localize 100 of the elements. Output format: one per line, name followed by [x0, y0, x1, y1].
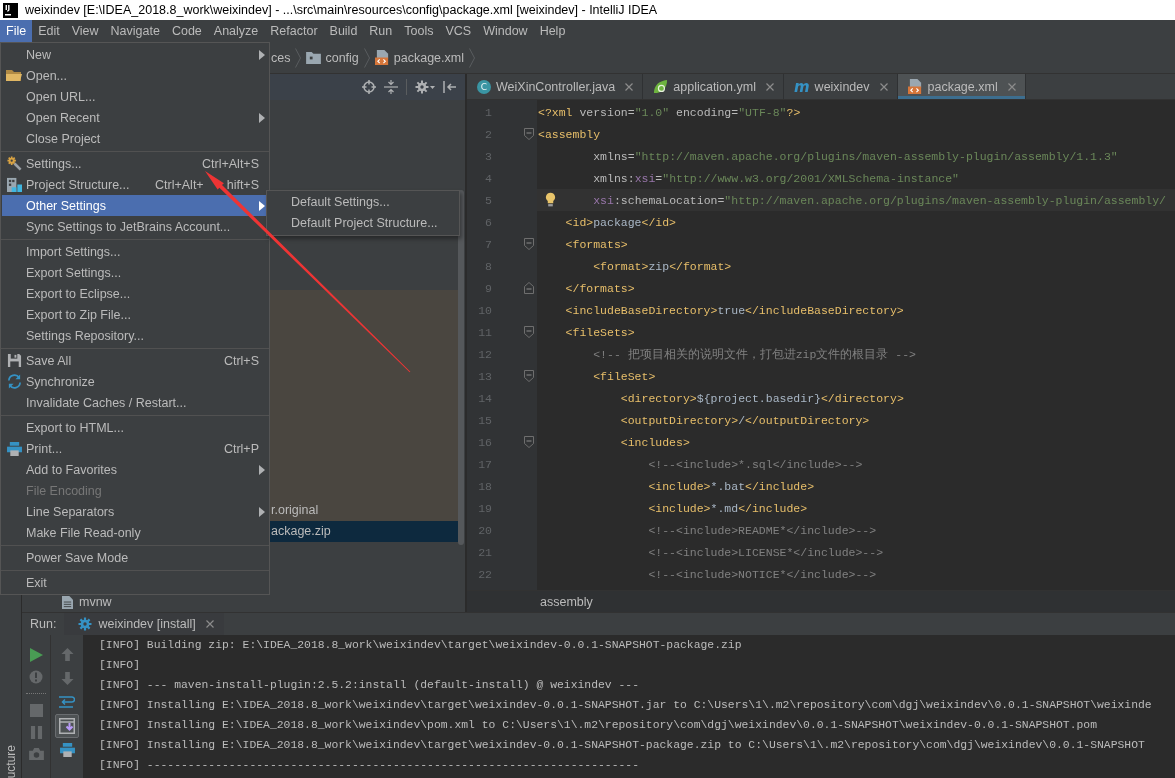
camera-icon	[28, 748, 44, 760]
close-icon[interactable]	[625, 82, 634, 91]
leaf-icon	[653, 79, 669, 94]
editor-tab[interactable]: package.xml	[897, 74, 1026, 99]
menu-bar-item[interactable]: Tools	[398, 20, 440, 42]
menu-bar-item[interactable]: Help	[533, 20, 572, 42]
menu-item[interactable]: Save All Ctrl+S	[2, 350, 268, 371]
console-line: [INFO] Installing E:\IDEA_2018.8_work\weixindev\pom.xml to C:\Users\1\.m2\repository\com\dgj\weixindev\0.0.1-SNAPSHOT\weixindev-0.0.1-SNAPSHOT.pom	[99, 719, 1097, 731]
menu-bar-item[interactable]: Refactor	[264, 20, 324, 42]
menu-item[interactable]: Add to Favorites	[2, 459, 268, 480]
menu-item[interactable]: Power Save Mode	[2, 547, 268, 568]
breadcrumb-item[interactable]: config	[306, 50, 359, 65]
code-line: <directory>${project.basedir}</directory>	[619, 391, 904, 405]
hide-icon[interactable]	[443, 80, 457, 94]
collapse-icon[interactable]	[384, 80, 398, 94]
shortcut-label: Ctrl+P	[223, 441, 259, 456]
close-icon[interactable]	[765, 82, 774, 91]
scrollbar[interactable]	[458, 190, 464, 545]
menu-bar-item[interactable]: VCS	[439, 20, 478, 42]
code-line: <!--<include>*.sql</include>-->	[647, 457, 863, 471]
letter-icon: m	[793, 79, 810, 94]
tree-item[interactable]: r.original	[270, 500, 458, 521]
menu-item[interactable]: Import Settings...	[2, 241, 268, 262]
shortcut-label: hift+S	[226, 177, 259, 192]
menu-bar-item[interactable]: Window	[477, 20, 534, 42]
menu-item[interactable]: Export Settings...	[2, 262, 268, 283]
menu-item[interactable]: Project Structure... Ctrl+Alt+ hift+S	[2, 174, 268, 195]
shortcut-label: Ctrl+S	[223, 353, 259, 368]
menu-item[interactable]: Close Project	[2, 128, 268, 149]
menu-item[interactable]: New	[2, 44, 268, 65]
menu-bar-item[interactable]: File	[0, 20, 33, 42]
menu-bar-item[interactable]: Edit	[32, 20, 66, 42]
exclamation-icon	[29, 670, 43, 684]
circle-letter-icon: C	[477, 79, 491, 94]
pause-icon	[29, 725, 43, 739]
toolbar-button[interactable]	[55, 714, 79, 738]
menu-item[interactable]: Other Settings	[2, 195, 268, 216]
menu-bar-item[interactable]: Analyze	[207, 20, 265, 42]
code-line: <!--<include>README*</include>-->	[647, 523, 877, 537]
xml-file-icon	[907, 79, 923, 94]
tool-window-button[interactable]: ucture	[3, 744, 18, 778]
menu-bar-item[interactable]: Build	[323, 20, 364, 42]
menu-item[interactable]: Default Project Structure...	[267, 213, 459, 234]
fold-marker-icon[interactable]	[524, 326, 534, 338]
editor-tab[interactable]: C WeiXinController.java	[467, 74, 644, 99]
fold-marker-icon[interactable]	[524, 370, 534, 382]
menu-item[interactable]: Export to Zip File...	[2, 304, 268, 325]
menu-item[interactable]: Invalidate Caches / Restart...	[2, 392, 268, 413]
menu-item[interactable]: Export to HTML...	[2, 417, 268, 438]
menu-item[interactable]: Exit	[2, 572, 268, 593]
tree-item[interactable]: mvnw	[62, 592, 112, 612]
crosshair-icon[interactable]	[362, 80, 376, 94]
menu-item[interactable]: Sync Settings to JetBrains Account...	[2, 216, 268, 237]
window-title: weixindev [E:\IDEA_2018.8_work\weixindev] - ...\src\main\resources\config\package.xml [weixindev] - IntelliJ IDEA	[25, 3, 658, 17]
folder-icon	[6, 69, 22, 82]
fold-marker-icon[interactable]	[524, 282, 534, 294]
console-line: [INFO] Installing E:\IDEA_2018.8_work\weixindev\target\weixindev-0.0.1-SNAPSHOT-package.zip to C:\Users\1\.m2\repository\com\dgj\weixindev\0.0.1-SNAPSHOT	[99, 739, 1145, 751]
fold-marker-icon[interactable]	[524, 238, 534, 250]
xml-file-icon	[374, 50, 390, 65]
lightbulb-icon[interactable]	[545, 192, 556, 207]
menu-bar-item[interactable]: Code	[165, 20, 208, 42]
menu-item[interactable]: Synchronize	[2, 371, 268, 392]
editor-tab[interactable]: application.yml	[643, 74, 784, 99]
close-icon[interactable]	[1007, 82, 1016, 91]
chevron-icon	[295, 47, 302, 68]
up-arrow-icon	[60, 647, 74, 661]
menu-item[interactable]: Print... Ctrl+P	[2, 438, 268, 459]
tree-item[interactable]: ackage.zip	[270, 521, 458, 542]
fold-marker-icon[interactable]	[524, 128, 534, 140]
close-icon[interactable]	[205, 620, 214, 628]
code-line: <outputDirectory>/</outputDirectory>	[619, 413, 870, 427]
breadcrumb-item[interactable]: assembly	[540, 594, 593, 609]
fold-marker-icon[interactable]	[524, 436, 534, 448]
menu-item[interactable]: Default Settings...	[267, 192, 459, 213]
menu-item[interactable]: Open...	[2, 65, 268, 86]
menu-bar-item[interactable]: Run	[363, 20, 399, 42]
settings-icon	[6, 156, 22, 171]
menu-item[interactable]: Line Separators	[2, 501, 268, 522]
menu-bar-item[interactable]: View	[65, 20, 105, 42]
settings-icon[interactable]	[415, 80, 435, 94]
chevron-icon	[363, 47, 370, 68]
menu-item[interactable]: Open Recent	[2, 107, 268, 128]
menu-item[interactable]: Settings Repository...	[2, 325, 268, 346]
code-line: <!--<include>NOTICE*</include>-->	[647, 567, 877, 581]
menu-item[interactable]: Export to Eclipse...	[2, 283, 268, 304]
play-icon	[29, 648, 43, 662]
console-line: [INFO] --- maven-install-plugin:2.5.2:install (default-install) @ weixindev ---	[99, 679, 639, 691]
close-icon[interactable]	[879, 82, 888, 91]
stop-icon	[29, 703, 43, 717]
menu-item[interactable]: Make File Read-only	[2, 522, 268, 543]
menu-bar-item[interactable]: Navigate	[104, 20, 166, 42]
menu-item[interactable]: Settings... Ctrl+Alt+S	[2, 153, 268, 174]
gear-icon	[78, 617, 93, 631]
sync-icon	[6, 374, 22, 389]
menu-item[interactable]: Open URL...	[2, 86, 268, 107]
run-tab[interactable]: weixindev [install]	[64, 613, 224, 635]
code-line: xmlns:xsi="http://www.w3.org/2001/XMLSchema-instance"	[592, 171, 959, 185]
breadcrumb-item[interactable]: ces	[271, 50, 291, 65]
editor-tab[interactable]: m weixindev	[783, 74, 898, 99]
breadcrumb-item[interactable]: package.xml	[374, 50, 464, 65]
